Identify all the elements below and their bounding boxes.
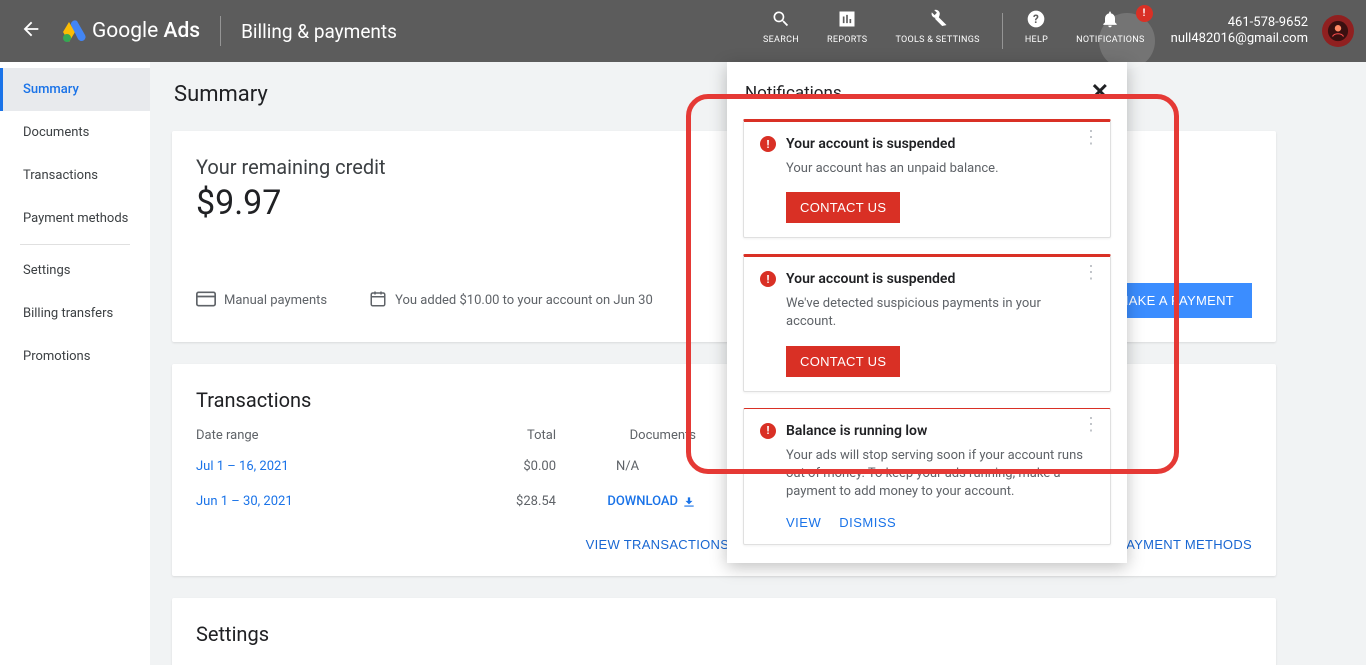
search-tool[interactable]: SEARCH	[749, 9, 813, 59]
divider	[220, 16, 221, 46]
close-icon[interactable]: ✕	[1091, 80, 1109, 105]
notification-title: Your account is suspended	[786, 271, 955, 287]
notifications-panel: Notifications ✕ ⋮ ! Your account is susp…	[727, 62, 1127, 563]
view-transactions-button[interactable]: VIEW TRANSACTIONS	[586, 537, 730, 552]
sidebar-item-transactions[interactable]: Transactions	[0, 154, 150, 197]
row-total: $0.00	[476, 459, 556, 474]
account-info: 461-578-9652 null482016@gmail.com	[1171, 15, 1308, 46]
alert-icon: !	[760, 271, 776, 287]
payment-method: Manual payments	[224, 293, 327, 308]
notification-badge: !	[1136, 5, 1153, 22]
divider	[1002, 13, 1003, 49]
sidebar-item-documents[interactable]: Documents	[0, 111, 150, 154]
sidebar-item-settings[interactable]: Settings	[0, 249, 150, 292]
account-id: 461-578-9652	[1171, 15, 1308, 31]
notification-card: ⋮ ! Your account is suspended Your accou…	[743, 119, 1111, 238]
payment-methods-button[interactable]: PAYMENT METHODS	[1118, 537, 1252, 552]
download-link[interactable]: DOWNLOAD	[607, 494, 696, 509]
sidebar-item-payment-methods[interactable]: Payment methods	[0, 197, 150, 240]
date-range-link[interactable]: Jul 1 – 16, 2021	[196, 459, 289, 474]
tools-settings-tool[interactable]: TOOLS & SETTINGS	[881, 9, 993, 59]
reports-tool[interactable]: REPORTS	[813, 9, 881, 59]
row-docs: N/A	[576, 459, 696, 474]
contact-us-button[interactable]: CONTACT US	[786, 346, 900, 377]
svg-text:?: ?	[1033, 12, 1039, 26]
ads-logo-icon	[62, 19, 86, 43]
date-range-link[interactable]: Jun 1 – 30, 2021	[196, 494, 293, 509]
back-arrow-icon[interactable]	[20, 18, 42, 44]
product-name: Google Ads	[92, 19, 200, 43]
kebab-icon[interactable]: ⋮	[1082, 134, 1100, 141]
download-icon	[682, 495, 696, 509]
account-section[interactable]: 461-578-9652 null482016@gmail.com	[1171, 15, 1354, 47]
notifications-tool[interactable]: ! NOTIFICATIONS	[1062, 9, 1159, 59]
contact-us-button[interactable]: CONTACT US	[786, 192, 900, 223]
divider	[20, 244, 130, 245]
notifications-list: ⋮ ! Your account is suspended Your accou…	[727, 119, 1127, 563]
topbar-tools: SEARCH REPORTS TOOLS & SETTINGS ? HELP !…	[749, 3, 1159, 59]
row-total: $28.54	[476, 494, 556, 509]
help-tool[interactable]: ? HELP	[1011, 9, 1062, 59]
view-button[interactable]: VIEW	[786, 515, 821, 530]
notification-body: We've detected suspicious payments in yo…	[786, 295, 1094, 331]
notification-title: Your account is suspended	[786, 136, 955, 152]
notification-card: ⋮ ! Balance is running low Your ads will…	[743, 408, 1111, 546]
avatar[interactable]	[1322, 15, 1354, 47]
calendar-icon	[369, 290, 387, 312]
sidebar-item-summary[interactable]: Summary	[0, 68, 150, 111]
account-email: null482016@gmail.com	[1171, 31, 1308, 47]
notification-card: ⋮ ! Your account is suspended We've dete…	[743, 254, 1111, 391]
notifications-heading: Notifications	[745, 83, 842, 103]
settings-title: Settings	[196, 622, 1252, 646]
kebab-icon[interactable]: ⋮	[1082, 421, 1100, 428]
notification-title: Balance is running low	[786, 423, 927, 439]
col-total: Total	[476, 428, 556, 443]
sidebar-item-promotions[interactable]: Promotions	[0, 335, 150, 378]
sidebar: Summary Documents Transactions Payment m…	[0, 62, 150, 665]
content: Summary Documents Transactions Payment m…	[0, 62, 1366, 665]
alert-icon: !	[760, 136, 776, 152]
card-icon	[196, 291, 216, 311]
notification-body: Your ads will stop serving soon if your …	[786, 447, 1094, 502]
kebab-icon[interactable]: ⋮	[1082, 269, 1100, 276]
col-documents: Documents	[576, 428, 696, 443]
settings-card: Settings	[172, 598, 1276, 665]
topbar: Google Ads Billing & payments SEARCH REP…	[0, 0, 1366, 62]
product-logo[interactable]: Google Ads	[62, 19, 200, 43]
sidebar-item-billing-transfers[interactable]: Billing transfers	[0, 292, 150, 335]
col-date-range: Date range	[196, 428, 476, 443]
alert-icon: !	[760, 423, 776, 439]
last-activity: You added $10.00 to your account on Jun …	[395, 293, 653, 308]
notification-body: Your account has an unpaid balance.	[786, 160, 1094, 178]
section-title: Billing & payments	[241, 20, 397, 43]
dismiss-button[interactable]: DISMISS	[839, 515, 896, 530]
